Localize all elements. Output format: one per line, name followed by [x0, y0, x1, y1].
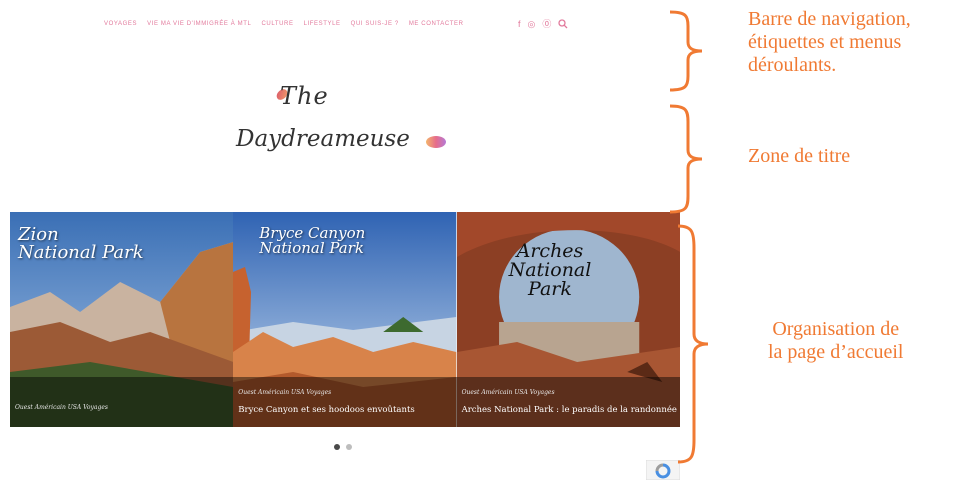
nav-annotation-bracket — [669, 10, 703, 92]
search-icon[interactable] — [558, 19, 568, 29]
slider-pagination — [334, 444, 352, 450]
logo-line-2: Daydreameuse — [236, 126, 410, 152]
slide-categories[interactable]: Ouest Américain USA Voyages — [238, 389, 331, 396]
pagination-dot[interactable] — [346, 444, 352, 450]
slide-arches[interactable]: Arches National Park Ouest Américain USA… — [456, 212, 680, 427]
slide-overlay-title: Bryce Canyon National Park — [259, 224, 366, 257]
recaptcha-badge[interactable] — [646, 460, 680, 480]
slide-caption: Ouest Américain USA Voyages Arches Natio… — [456, 377, 680, 427]
nav-annotation: Barre de navigation, étiquettes et menus… — [748, 8, 911, 76]
slide-caption: Ouest Américain USA Voyages Bryce Canyon… — [233, 377, 457, 427]
instagram-icon[interactable]: ◎ — [528, 18, 536, 30]
slide-post-title[interactable]: Arches National Park : le paradis de la … — [462, 405, 677, 415]
featured-slider: Zion National Park Ouest Américain USA V… — [10, 212, 680, 427]
nav-item-culture[interactable]: CULTURE — [261, 21, 293, 27]
nav-item-lifestyle[interactable]: LIFESTYLE — [304, 21, 341, 27]
nav-item-vie-immigree[interactable]: VIE MA VIE D'IMMIGRÉE À MTL — [147, 21, 251, 27]
pinterest-icon[interactable]: ⓪ — [542, 18, 551, 30]
facebook-icon[interactable]: f — [518, 18, 521, 30]
home-annotation-bracket — [677, 224, 709, 464]
slide-caption: Ouest Américain USA Voyages — [10, 377, 234, 427]
slide-categories[interactable]: Ouest Américain USA Voyages — [15, 404, 108, 411]
home-annotation: Organisation de la page d’accueil — [768, 318, 904, 363]
slide-zion[interactable]: Zion National Park Ouest Américain USA V… — [10, 212, 234, 427]
social-links: f ◎ ⓪ — [518, 18, 568, 30]
main-navigation: VOYAGES VIE MA VIE D'IMMIGRÉE À MTL CULT… — [104, 21, 464, 27]
title-annotation-bracket — [669, 104, 703, 214]
pagination-dot[interactable] — [334, 444, 340, 450]
nav-item-me-contacter[interactable]: ME CONTACTER — [409, 21, 464, 27]
nav-item-qui-suis-je[interactable]: QUI SUIS-JE ? — [351, 21, 399, 27]
slide-bryce-canyon[interactable]: Bryce Canyon National Park Ouest América… — [233, 212, 457, 427]
logo-line-1: The — [280, 82, 329, 110]
title-annotation: Zone de titre — [748, 145, 851, 167]
site-logo[interactable]: The Daydreameuse — [232, 80, 462, 170]
slide-overlay-title: Arches National Park — [508, 240, 592, 300]
slide-categories[interactable]: Ouest Américain USA Voyages — [462, 389, 555, 396]
slide-post-title[interactable]: Bryce Canyon et ses hoodoos envoûtants — [238, 405, 414, 415]
nav-item-voyages[interactable]: VOYAGES — [104, 21, 137, 27]
watercolor-splash-icon — [426, 136, 446, 148]
slide-overlay-title: Zion National Park — [18, 224, 144, 263]
